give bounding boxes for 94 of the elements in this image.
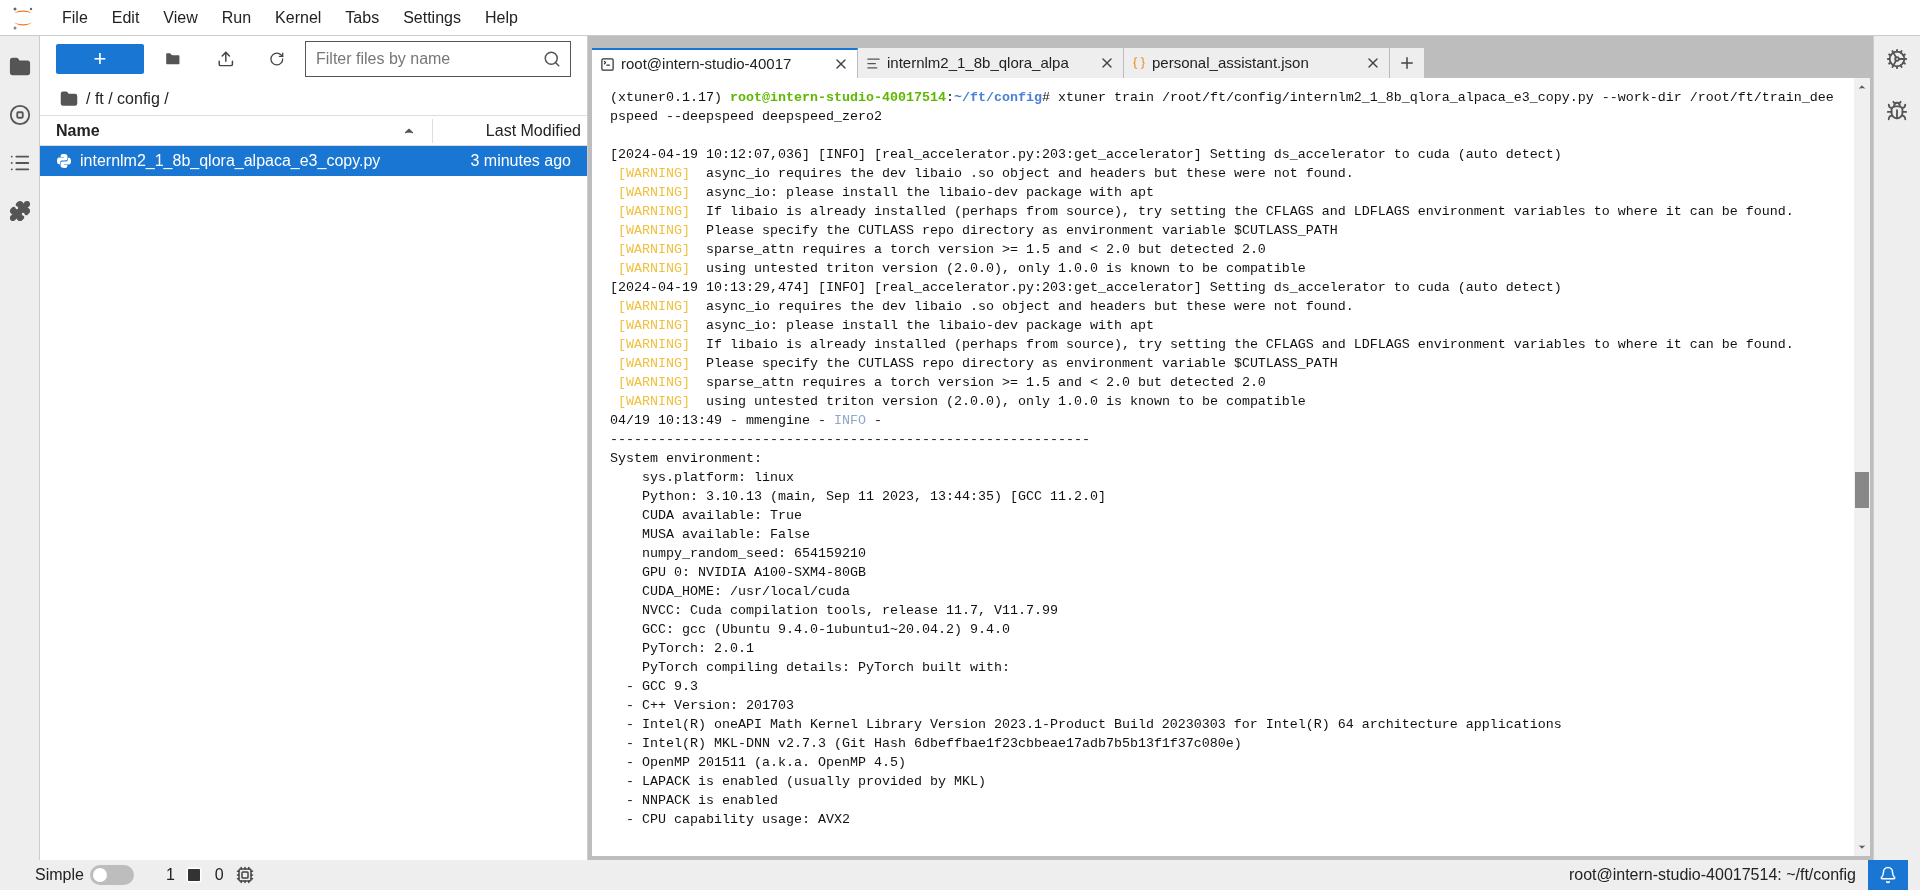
puzzle-icon[interactable] — [8, 200, 31, 222]
terminal-line: - Intel(R) MKL-DNN v2.7.3 (Git Hash 6dbeffbae1f23cbbeae17adb7b5b13f1f37c080e) — [625, 735, 1242, 753]
terminal-line: If libaio is already installed (perhaps from source), try setting the CFLAGS and LDFLAGS environment variables to where it can be found. — [706, 203, 1794, 221]
search-icon — [543, 50, 561, 68]
gear-icon[interactable] — [1886, 48, 1908, 70]
terminal-line: - OpenMP 201511 (a.k.a. OpenMP 4.5) — [625, 754, 906, 772]
tab[interactable]: internlm2_1_8b_qlora_alpa — [858, 48, 1124, 78]
terminal-line: (xtuner0.1.17) root@intern-studio-40017514:~/ft/config# xtuner train /root/ft/config/internlm2_1_8b_qlora_alpaca_e3_copy.py --work-dir /root/ft/train_deepspeed --deepspeed deepspeed_zero2 — [610, 89, 1835, 126]
terminal-line: sparse_attn requires a torch version >= 1.5 and < 2.0 but detected 2.0 — [706, 374, 1266, 392]
terminal-line: - C++ Version: 201703 — [625, 697, 794, 715]
folder-icon[interactable] — [8, 56, 31, 78]
terminal-line: NVCC: Cuda compilation tools, release 11.7, V11.7.99 — [641, 602, 1058, 620]
terminal-line: GCC: gcc (Ubuntu 9.4.0-1ubuntu1~20.04.2) 9.4.0 — [641, 621, 1010, 639]
terminal-line: PyTorch: 2.0.1 — [641, 640, 754, 658]
terminal-line: System environment: — [610, 450, 762, 468]
notification-button[interactable] — [1868, 860, 1908, 890]
bug-icon[interactable] — [1886, 100, 1908, 122]
column-header[interactable]: Name — [40, 118, 433, 143]
menu-item[interactable]: File — [50, 5, 100, 30]
terminal-line: Python: 3.10.13 (main, Sep 11 2023, 13:44:35) [GCC 11.2.0] — [641, 488, 1106, 506]
text-file-icon — [866, 55, 881, 71]
kernel-count: 0 — [214, 865, 224, 885]
terminal-line: using untested triton version (2.0.0), only 1.0.0 is known to be compatible — [706, 393, 1306, 411]
upload-icon[interactable] — [216, 50, 235, 68]
new-launcher-button[interactable]: + — [56, 44, 145, 74]
new-tab-icon[interactable] — [1398, 54, 1416, 72]
simple-mode-switch[interactable] — [89, 865, 134, 885]
warning-tag: [WARNING] — [610, 202, 706, 221]
warning-tag: [WARNING] — [610, 164, 706, 183]
terminal-line: - Intel(R) oneAPI Math Kernel Library Version 2023.1-Product Build 20230303 for Intel(R) 64 architecture applications — [625, 716, 1562, 734]
folder-icon — [60, 89, 78, 108]
terminal-line: - CPU capability usage: AVX2 — [625, 811, 850, 829]
menu-item[interactable]: Run — [209, 5, 264, 30]
tab[interactable]: personal_assistant.json — [1124, 48, 1390, 78]
warning-tag: [WARNING] — [610, 221, 706, 240]
warning-tag: [WARNING] — [610, 335, 706, 354]
breadcrumb[interactable]: / ft / config / — [86, 86, 169, 111]
terminal-line: numpy_random_seed: 654159210 — [641, 545, 866, 563]
terminal-line: async_io: please install the libaio-dev package with apt — [706, 184, 1154, 202]
terminal-line: async_io requires the dev libaio .so object and headers but these were not found. — [706, 165, 1354, 183]
terminal-line: ------------------------------------------------------------ — [610, 431, 1090, 449]
terminal-line: using untested triton version (2.0.0), only 1.0.0 is known to be compatible — [706, 260, 1306, 278]
file-row[interactable]: internlm2_1_8b_qlora_alpaca_e3_copy.py 3 minutes ago — [40, 146, 587, 176]
terminal-line: 04/19 10:13:49 - mmengine - INFO - — [610, 412, 882, 430]
modified-time: 3 minutes ago — [470, 151, 571, 171]
warning-tag: [WARNING] — [610, 183, 706, 202]
scroll-up-icon[interactable] — [1857, 82, 1867, 92]
bell-icon — [1879, 866, 1897, 884]
terminal-line: [2024-04-19 10:12:07,036] [INFO] [real_accelerator.py:203:get_accelerator] Setting ds_accelerator to cuda (auto detect) — [610, 146, 1562, 164]
terminal-line: async_io requires the dev libaio .so object and headers but these were not found. — [706, 298, 1354, 316]
status-path: root@intern-studio-40017514: ~/ft/config — [1568, 865, 1856, 885]
terminal-line: MUSA available: False — [641, 526, 810, 544]
filter-field[interactable]: Filter files by name — [305, 41, 571, 77]
new-folder-icon[interactable] — [164, 50, 182, 68]
column-header[interactable]: Last Modified — [433, 118, 587, 143]
menu-item[interactable]: View — [151, 5, 210, 30]
menu-item[interactable]: Help — [472, 5, 530, 30]
menu-item[interactable]: Tabs — [333, 5, 392, 30]
scroll-thumb[interactable] — [1855, 472, 1869, 508]
terminal-line: Please specify the CUTLASS repo directory as environment variable $CUTLASS_PATH — [706, 355, 1338, 373]
warning-tag: [WARNING] — [610, 240, 706, 259]
stop-icon[interactable] — [8, 104, 31, 126]
terminal-count: 1 — [165, 865, 175, 885]
menu-item[interactable]: Settings — [391, 5, 473, 30]
terminal-line: CUDA_HOME: /usr/local/cuda — [641, 583, 850, 601]
terminal-line: GPU 0: NVIDIA A100-SXM4-80GB — [641, 564, 866, 582]
terminal-line: PyTorch compiling details: PyTorch built with: — [641, 659, 1010, 677]
warning-tag: [WARNING] — [610, 354, 706, 373]
terminal-line: async_io: please install the libaio-dev package with apt — [706, 317, 1154, 335]
terminal-line: - LAPACK is enabled (usually provided by MKL) — [625, 773, 986, 791]
warning-tag: [WARNING] — [610, 373, 706, 392]
python-icon — [56, 153, 72, 169]
warning-tag: [WARNING] — [610, 392, 706, 411]
terminal-line: sparse_attn requires a torch version >= 1.5 and < 2.0 but detected 2.0 — [706, 241, 1266, 259]
terminal-line: - GCC 9.3 — [625, 678, 698, 696]
braces-icon — [1132, 56, 1146, 70]
menu-item[interactable]: Edit — [99, 5, 152, 30]
tab[interactable]: root@intern-studio-40017 — [592, 48, 858, 78]
terminal-line: CUDA available: True — [641, 507, 802, 525]
file-name: internlm2_1_8b_qlora_alpaca_e3_copy.py — [80, 151, 382, 171]
warning-tag: [WARNING] — [610, 297, 706, 316]
menu-item[interactable]: Kernel — [263, 5, 334, 30]
warning-tag: [WARNING] — [610, 316, 706, 335]
terminal-line: Please specify the CUTLASS repo directory as environment variable $CUTLASS_PATH — [706, 222, 1338, 240]
cpu-icon[interactable] — [235, 866, 254, 884]
terminal-line: - NNPACK is enabled — [625, 792, 778, 810]
mode-label: Simple — [35, 865, 84, 885]
terminal-line: [2024-04-19 10:13:29,474] [INFO] [real_accelerator.py:203:get_accelerator] Setting ds_accelerator to cuda (auto detect) — [610, 279, 1562, 297]
scrollbar[interactable] — [1854, 78, 1870, 856]
terminal-line: If libaio is already installed (perhaps from source), try setting the CFLAGS and LDFLAGS environment variables to where it can be found. — [706, 336, 1794, 354]
refresh-icon[interactable] — [269, 51, 285, 67]
terminal-line: sys.platform: linux — [641, 469, 794, 487]
scroll-down-icon[interactable] — [1857, 842, 1867, 852]
warning-tag: [WARNING] — [610, 259, 706, 278]
